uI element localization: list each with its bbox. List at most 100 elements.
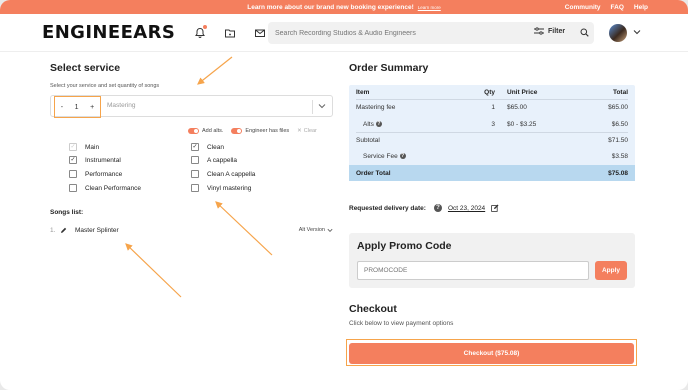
search-bar: Filter bbox=[268, 22, 594, 44]
quantity-decrement[interactable]: - bbox=[61, 104, 63, 111]
divider bbox=[356, 99, 628, 100]
clear-button[interactable]: ✕ Clear bbox=[297, 128, 317, 134]
option-instrumental[interactable]: ✓ Instrumental bbox=[69, 156, 121, 164]
banner-learn-more-link[interactable]: Learn more bbox=[418, 5, 441, 10]
add-alts-label: Add alts. bbox=[202, 128, 224, 134]
select-service-title: Select service bbox=[50, 62, 121, 74]
info-icon[interactable]: ? bbox=[399, 153, 406, 160]
checkout-button[interactable]: Checkout ($75.08) bbox=[349, 343, 634, 364]
table-row: Alts? 3 $0 - $3.25 $6.50 bbox=[356, 121, 628, 128]
option-performance[interactable]: Performance bbox=[69, 170, 122, 178]
annotation-arrow bbox=[125, 243, 182, 298]
promo-code-input[interactable] bbox=[357, 261, 589, 280]
option-clean[interactable]: ✓ Clean bbox=[191, 143, 224, 151]
faq-link[interactable]: FAQ bbox=[611, 4, 624, 11]
option-label: Clean A cappella bbox=[207, 170, 256, 178]
info-icon[interactable]: ? bbox=[375, 121, 382, 128]
table-row: Mastering fee 1 $65.00 $65.00 bbox=[356, 104, 628, 111]
filter-button[interactable]: Filter bbox=[534, 27, 565, 35]
chevron-down-icon bbox=[327, 228, 333, 232]
row-unit: $65.00 bbox=[507, 104, 527, 111]
checkbox[interactable]: ✓ bbox=[191, 143, 199, 151]
folder-icon[interactable] bbox=[222, 25, 238, 41]
row-total: $65.00 bbox=[608, 104, 628, 111]
song-name[interactable]: Master Splinter bbox=[75, 227, 119, 234]
order-summary-table: Item Qty Unit Price Total Mastering fee … bbox=[349, 85, 635, 181]
alt-version-dropdown[interactable]: Alt Version bbox=[299, 227, 333, 233]
row-total: $6.50 bbox=[611, 121, 628, 128]
order-total-row: Order Total $75.08 bbox=[349, 165, 635, 181]
service-fee-row: Service Fee? $3.58 bbox=[356, 153, 628, 160]
option-a-cappella[interactable]: A cappella bbox=[191, 156, 237, 164]
close-icon: ✕ bbox=[297, 128, 302, 134]
quantity-value: 1 bbox=[74, 103, 79, 111]
option-label: Clean bbox=[207, 143, 224, 151]
mail-icon[interactable] bbox=[252, 25, 268, 41]
chevron-down-icon[interactable] bbox=[318, 103, 326, 109]
subtotal-label: Subtotal bbox=[356, 137, 380, 144]
checkbox[interactable] bbox=[191, 170, 199, 178]
checkbox[interactable] bbox=[69, 184, 77, 192]
chevron-down-icon[interactable] bbox=[633, 29, 641, 35]
checkbox[interactable] bbox=[191, 184, 199, 192]
order-panel: Order Summary Item Qty Unit Price Total … bbox=[346, 62, 637, 366]
header-item: Item bbox=[356, 89, 370, 96]
checkbox[interactable] bbox=[191, 156, 199, 164]
songs-list-title: Songs list: bbox=[50, 209, 84, 216]
option-clean-performance[interactable]: Clean Performance bbox=[69, 184, 141, 192]
bell-icon[interactable] bbox=[192, 24, 208, 41]
banner-text: Learn more about our brand new booking e… bbox=[247, 3, 414, 11]
engineer-has-files-toggle[interactable]: Engineer has files bbox=[231, 128, 289, 134]
clear-label: Clear bbox=[303, 128, 317, 134]
header-unit-price: Unit Price bbox=[507, 89, 538, 96]
engineer-files-label: Engineer has files bbox=[245, 128, 290, 134]
order-total-value: $75.08 bbox=[608, 169, 628, 177]
quantity-stepper[interactable]: - 1 + bbox=[54, 96, 101, 118]
option-label: Main bbox=[85, 143, 100, 151]
quantity-increment[interactable]: + bbox=[90, 104, 94, 111]
checkbox[interactable]: ✓ bbox=[69, 143, 77, 151]
toggle-switch[interactable] bbox=[188, 128, 199, 134]
option-label: Vinyl mastering bbox=[207, 184, 252, 192]
service-toggles: Add alts. Engineer has files ✕ Clear bbox=[188, 128, 317, 134]
pencil-icon[interactable] bbox=[60, 227, 67, 234]
top-nav: ENGINEEARS Filter bbox=[0, 14, 688, 52]
checkbox[interactable] bbox=[69, 170, 77, 178]
service-fee-label-wrap: Service Fee? bbox=[356, 153, 481, 160]
option-vinyl-mastering[interactable]: Vinyl mastering bbox=[191, 184, 251, 192]
checkbox[interactable]: ✓ bbox=[69, 156, 77, 164]
annotation-arrows bbox=[125, 56, 273, 298]
search-icon[interactable] bbox=[580, 28, 589, 37]
divider bbox=[312, 100, 313, 114]
community-link[interactable]: Community bbox=[565, 4, 601, 11]
service-select[interactable]: Mastering bbox=[107, 102, 136, 109]
option-label: Clean Performance bbox=[85, 184, 141, 192]
promo-code-card: Apply Promo Code Apply bbox=[349, 233, 635, 288]
search-input[interactable] bbox=[275, 29, 515, 37]
option-clean-a-cappella[interactable]: Clean A cappella bbox=[191, 170, 255, 178]
song-row: 1. Master Splinter Alt Version bbox=[50, 227, 335, 234]
row-qty: 1 bbox=[491, 104, 495, 111]
edit-icon[interactable] bbox=[491, 204, 499, 212]
option-main[interactable]: ✓ Main bbox=[69, 143, 99, 151]
filter-label: Filter bbox=[548, 27, 566, 35]
add-alts-toggle[interactable]: Add alts. bbox=[188, 128, 223, 134]
subtotal-value: $71.50 bbox=[608, 137, 628, 144]
divider bbox=[356, 132, 628, 133]
toggle-switch[interactable] bbox=[231, 128, 243, 134]
order-total-label: Order Total bbox=[356, 169, 391, 177]
row-item: Mastering fee bbox=[356, 104, 396, 111]
alt-version-label: Alt Version bbox=[298, 227, 325, 233]
help-link[interactable]: Help bbox=[634, 4, 648, 11]
user-avatar[interactable] bbox=[609, 24, 627, 42]
delivery-date-value[interactable]: Oct 23, 2024 bbox=[448, 205, 485, 212]
apply-promo-button[interactable]: Apply bbox=[595, 261, 627, 280]
service-fee-label: Service Fee bbox=[363, 153, 398, 160]
logo[interactable]: ENGINEEARS bbox=[42, 22, 175, 43]
info-icon[interactable]: ? bbox=[433, 204, 442, 212]
order-summary-title: Order Summary bbox=[349, 62, 429, 74]
promo-title: Apply Promo Code bbox=[357, 240, 452, 252]
row-item-label: Alts bbox=[363, 121, 374, 128]
checkout-subtitle: Click below to view payment options bbox=[349, 320, 454, 327]
service-fee-value: $3.58 bbox=[611, 153, 628, 160]
